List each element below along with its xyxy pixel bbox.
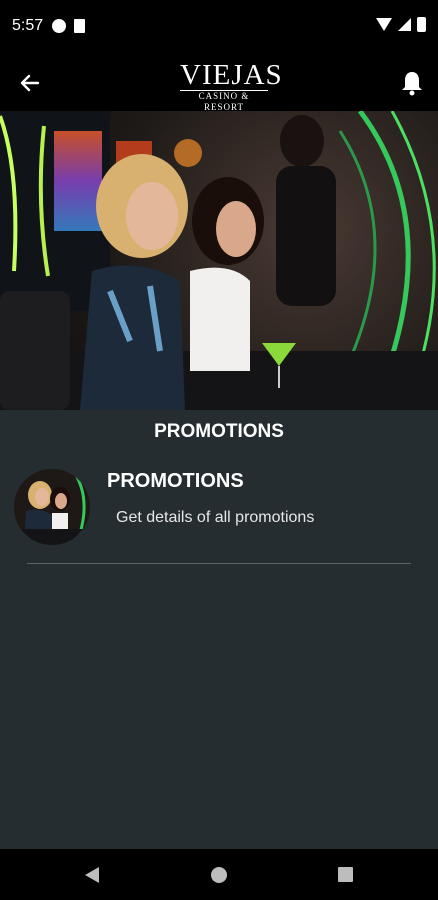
wifi-icon	[376, 18, 392, 31]
nav-recent-icon[interactable]	[338, 867, 353, 882]
sim-card-icon	[74, 19, 85, 33]
back-arrow-icon	[20, 74, 40, 92]
signal-icon	[398, 18, 411, 31]
system-nav-bar	[0, 849, 438, 900]
promotions-thumbnail	[14, 469, 90, 545]
status-bar: 5:57	[0, 0, 438, 54]
bell-icon	[402, 72, 422, 96]
notification-icon	[52, 19, 66, 33]
nav-back-icon[interactable]	[84, 866, 100, 884]
list-divider	[27, 563, 411, 564]
list-item-subtitle: Get details of all promotions	[116, 509, 315, 526]
casino-photo	[0, 111, 438, 410]
list-item-promotions[interactable]: PROMOTIONS Get details of all promotions	[14, 466, 424, 546]
section-title: PROMOTIONS	[154, 421, 284, 442]
battery-icon	[417, 17, 426, 32]
viejas-logo: VIEJAS CASINO & RESORT	[180, 59, 283, 113]
back-button[interactable]	[16, 69, 44, 97]
nav-home-icon[interactable]	[211, 867, 227, 883]
hero-banner	[0, 111, 438, 410]
status-indicators	[376, 17, 426, 32]
logo-wordmark: VIEJAS	[180, 59, 283, 91]
status-time: 5:57	[12, 17, 44, 34]
list-item-title: PROMOTIONS	[107, 470, 244, 492]
notifications-button[interactable]	[398, 68, 426, 98]
logo-tagline: CASINO & RESORT	[180, 90, 268, 113]
app-bar: VIEJAS CASINO & RESORT	[0, 54, 438, 113]
